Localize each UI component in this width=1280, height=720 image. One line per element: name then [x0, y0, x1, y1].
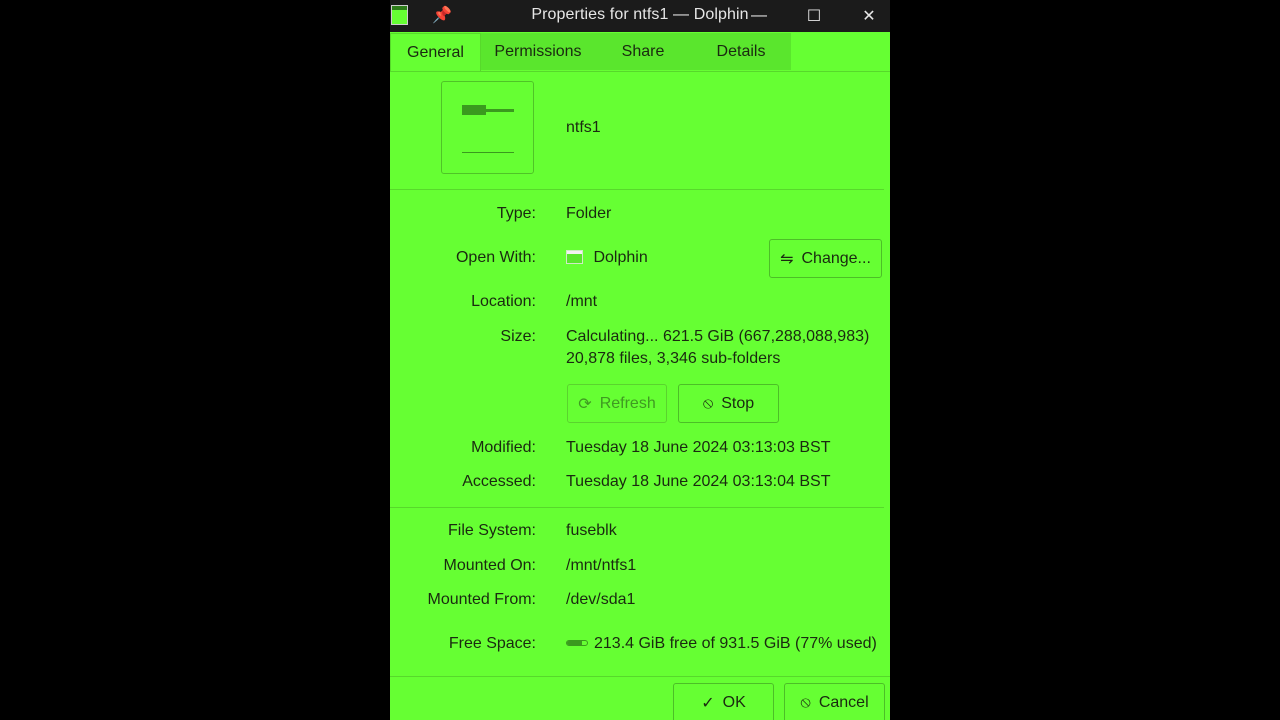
- maximize-button[interactable]: ☐: [794, 0, 834, 32]
- mounted-on-value: /mnt/ntfs1: [566, 557, 637, 574]
- mounted-on-label: Mounted On:: [443, 557, 537, 574]
- properties-dialog: 📌 Properties for ntfs1 — Dolphin — ☐ ✕ G…: [390, 0, 890, 720]
- dolphin-icon: [566, 250, 583, 264]
- accessed-value: Tuesday 18 June 2024 03:13:04 BST: [566, 473, 831, 490]
- cancel-icon: ⦸: [800, 694, 811, 711]
- type-value: Folder: [566, 205, 612, 222]
- modified-value: Tuesday 18 June 2024 03:13:03 BST: [566, 439, 831, 456]
- tab-general[interactable]: General: [390, 33, 481, 71]
- size-counts: 20,878 files, 3,346 sub-folders: [566, 350, 781, 367]
- size-label: Size:: [500, 328, 536, 345]
- open-with-label: Open With:: [455, 249, 536, 266]
- size-value: Calculating... 621.5 GiB (667,288,088,98…: [566, 328, 870, 345]
- refresh-icon: ⟳: [578, 395, 592, 413]
- ok-button[interactable]: ✓ OK: [673, 683, 774, 720]
- separator: [390, 507, 884, 508]
- modified-label: Modified:: [471, 439, 536, 456]
- tab-share[interactable]: Share: [595, 33, 691, 71]
- free-space-value: 213.4 GiB free of 931.5 GiB (77% used): [566, 635, 877, 653]
- type-label: Type:: [496, 205, 536, 222]
- title-bar: 📌 Properties for ntfs1 — Dolphin — ☐ ✕: [390, 0, 890, 32]
- filesystem-label: File System:: [447, 522, 536, 539]
- tab-permissions[interactable]: Permissions: [481, 33, 595, 71]
- stop-icon: ⦸: [702, 394, 714, 412]
- file-name: ntfs1: [566, 119, 601, 136]
- settings-sliders-icon: ⇋: [780, 250, 794, 268]
- cancel-button[interactable]: ⦸ Cancel: [784, 683, 885, 720]
- close-button[interactable]: ✕: [849, 0, 889, 32]
- mounted-from-value: /dev/sda1: [566, 591, 636, 608]
- location-label: Location:: [471, 293, 536, 310]
- free-space-label: Free Space:: [448, 635, 536, 652]
- folder-icon-button[interactable]: [441, 81, 534, 174]
- tab-bar: General Permissions Share Details: [390, 33, 890, 72]
- open-with-value: Dolphin: [566, 249, 648, 267]
- accessed-label: Accessed:: [462, 473, 536, 490]
- check-icon: ✓: [701, 695, 715, 712]
- refresh-button[interactable]: ⟳ Refresh: [567, 384, 667, 423]
- location-value: /mnt: [566, 293, 598, 310]
- stop-button[interactable]: ⦸ Stop: [678, 384, 779, 423]
- mounted-from-label: Mounted From:: [427, 591, 536, 608]
- tab-details[interactable]: Details: [691, 33, 791, 71]
- separator: [390, 676, 890, 677]
- separator: [390, 189, 884, 190]
- filesystem-value: fuseblk: [566, 522, 617, 539]
- open-with-app: Dolphin: [593, 249, 648, 266]
- disk-usage-bar: [566, 640, 588, 646]
- minimize-button[interactable]: —: [739, 0, 779, 32]
- change-button[interactable]: ⇋ Change...: [769, 239, 882, 278]
